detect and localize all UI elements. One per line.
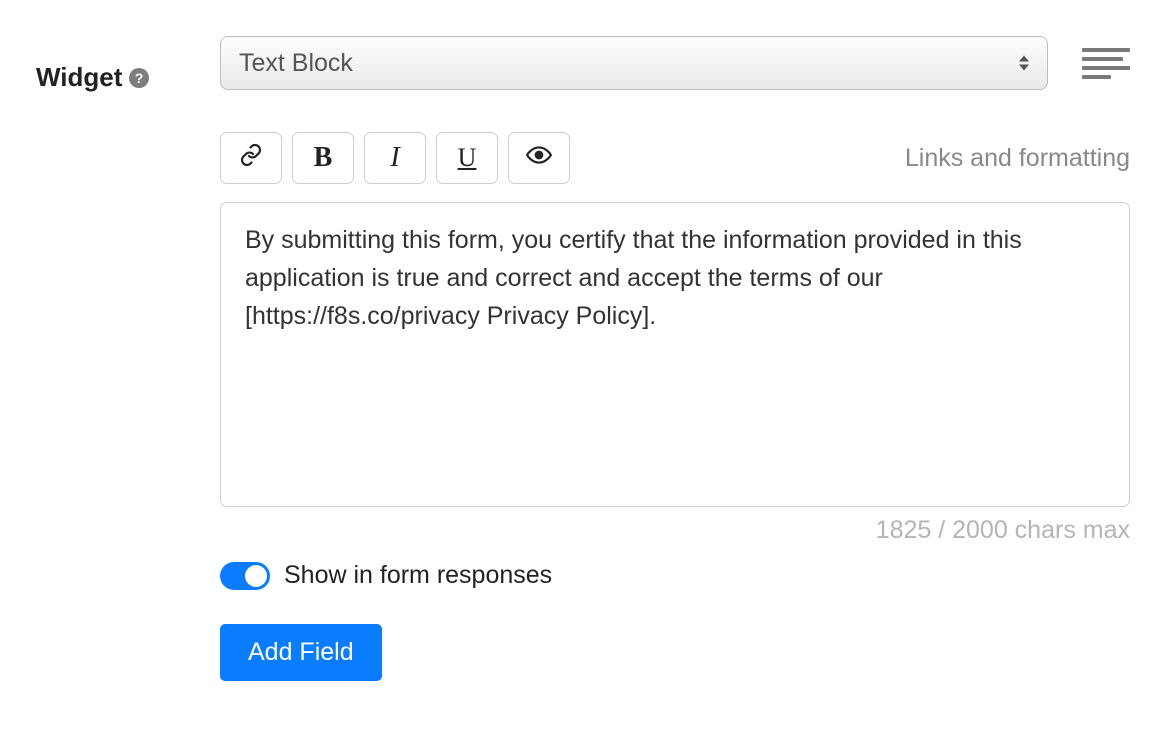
- italic-button[interactable]: I: [364, 132, 426, 184]
- align-left-icon[interactable]: [1082, 48, 1130, 79]
- link-button[interactable]: [220, 132, 282, 184]
- widget-label: Widget ?: [36, 62, 150, 93]
- show-in-responses-label: Show in form responses: [284, 561, 552, 590]
- add-field-button[interactable]: Add Field: [220, 624, 382, 681]
- select-caret-icon: [1019, 56, 1029, 71]
- svg-text:?: ?: [135, 70, 144, 86]
- widget-label-text: Widget: [36, 62, 122, 93]
- italic-icon: I: [390, 142, 399, 174]
- underline-icon: U: [458, 143, 477, 173]
- char-count: 1825 / 2000 chars max: [220, 516, 1130, 545]
- show-in-responses-toggle[interactable]: [220, 562, 270, 590]
- link-icon: [239, 143, 263, 174]
- help-icon[interactable]: ?: [128, 67, 150, 89]
- underline-button[interactable]: U: [436, 132, 498, 184]
- bold-icon: B: [314, 142, 333, 174]
- toggle-knob: [245, 565, 267, 587]
- content-textarea[interactable]: [220, 202, 1130, 507]
- links-formatting-link[interactable]: Links and formatting: [905, 144, 1130, 173]
- widget-select-value: Text Block: [239, 49, 353, 78]
- bold-button[interactable]: B: [292, 132, 354, 184]
- eye-icon: [526, 142, 552, 175]
- widget-select[interactable]: Text Block: [220, 36, 1048, 90]
- preview-button[interactable]: [508, 132, 570, 184]
